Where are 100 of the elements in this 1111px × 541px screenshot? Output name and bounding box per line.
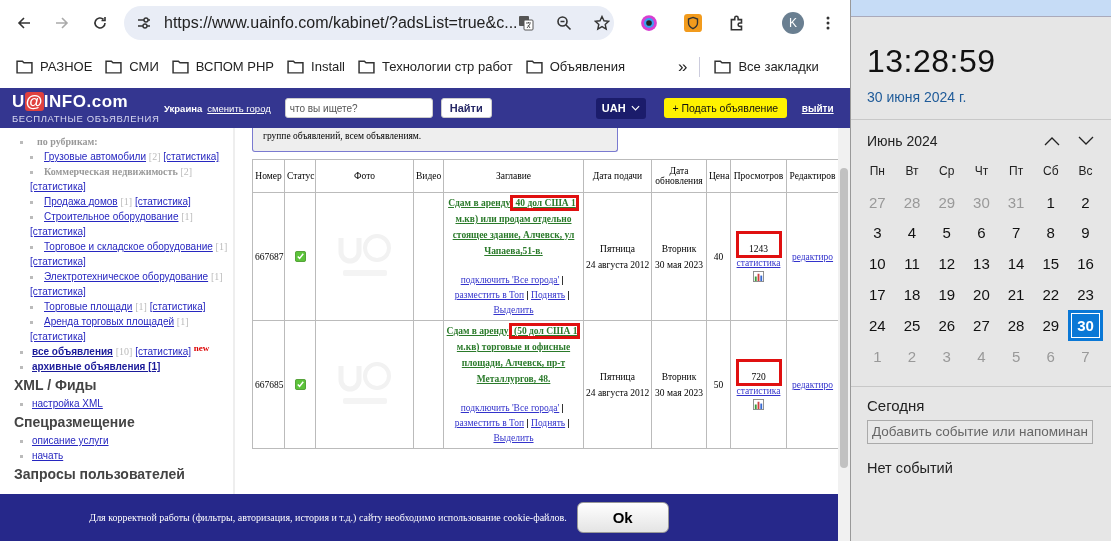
- bookmark-folder[interactable]: СМИ: [105, 59, 159, 74]
- category-link[interactable]: Торговое и складское оборудование: [44, 241, 213, 252]
- currency-dropdown[interactable]: UAH: [595, 97, 646, 119]
- ad-action-link[interactable]: подключить 'Все города': [460, 275, 560, 285]
- ok-button[interactable]: Ok: [576, 502, 669, 533]
- menu-icon[interactable]: [826, 14, 830, 31]
- region-label: Украина: [164, 102, 203, 114]
- statistics-link[interactable]: [статистика]: [30, 226, 86, 237]
- calendar-day[interactable]: 8: [1033, 217, 1069, 249]
- statistics-link[interactable]: [статистика]: [135, 346, 191, 357]
- shield-extension-icon[interactable]: [684, 13, 702, 32]
- ad-action-link[interactable]: разместить в Топ: [454, 418, 524, 428]
- ad-action-link[interactable]: Выделить: [493, 305, 534, 315]
- calendar-day[interactable]: 18: [894, 279, 930, 310]
- change-city-link[interactable]: сменить город: [207, 102, 271, 114]
- statistics-link[interactable]: [статистика]: [30, 331, 86, 342]
- calendar-day[interactable]: 21: [998, 279, 1034, 310]
- translate-icon[interactable]: [517, 14, 534, 31]
- category-link[interactable]: Продажа домов: [44, 196, 118, 207]
- calendar-day[interactable]: 28: [998, 310, 1034, 341]
- calendar-day[interactable]: 9: [1068, 217, 1103, 249]
- calendar-day[interactable]: 15: [1033, 248, 1069, 280]
- calendar-day[interactable]: 16: [1068, 248, 1103, 280]
- bookmark-folder[interactable]: Технологии стр работ: [358, 59, 513, 74]
- calendar-day[interactable]: 25: [894, 310, 930, 341]
- calendar-day[interactable]: 24: [860, 310, 895, 341]
- calendar-day[interactable]: 6: [964, 217, 999, 249]
- ad-action-link[interactable]: разместить в Топ: [454, 290, 524, 300]
- clock-date[interactable]: 30 июня 2024 г.: [867, 89, 1094, 105]
- category-link[interactable]: Аренда торговых площадей: [44, 316, 175, 327]
- section-link[interactable]: описание услуги: [32, 435, 109, 446]
- category-link[interactable]: Электротехническое оборудование: [44, 271, 209, 282]
- calendar-day[interactable]: 20: [964, 279, 999, 310]
- calendar-day[interactable]: 2: [1068, 186, 1103, 218]
- calendar-day[interactable]: 14: [998, 248, 1034, 280]
- logout-link[interactable]: выйти: [801, 102, 834, 114]
- calendar-day[interactable]: 7: [998, 217, 1034, 249]
- calendar-day[interactable]: 17: [860, 279, 895, 310]
- calendar-day[interactable]: 29: [1033, 310, 1069, 341]
- site-logo[interactable]: U@INFO.com: [12, 92, 129, 111]
- profile-avatar[interactable]: K: [782, 11, 804, 34]
- edit-link[interactable]: редактиро: [791, 251, 834, 262]
- statistics-link[interactable]: [статистика]: [149, 301, 206, 312]
- calendar-day[interactable]: 27: [964, 310, 999, 341]
- calendar-day[interactable]: 11: [894, 248, 930, 280]
- chevron-up-icon[interactable]: [1044, 136, 1060, 146]
- address-bar[interactable]: https://www.uainfo.com/kabinet/?adsList=true&c...: [124, 5, 614, 40]
- calendar-day[interactable]: 3: [860, 217, 895, 249]
- section-link[interactable]: настройка XML: [32, 398, 103, 409]
- calendar-day[interactable]: 1: [1033, 186, 1069, 218]
- statistics-link[interactable]: [статистика]: [30, 256, 86, 267]
- calendar-day[interactable]: 26: [929, 310, 965, 341]
- section-link[interactable]: начать: [32, 450, 64, 461]
- bookmark-folder[interactable]: РАЗНОЕ: [16, 59, 93, 74]
- site-settings-icon[interactable]: [136, 14, 152, 31]
- calendar-day[interactable]: 13: [964, 248, 999, 280]
- post-ad-button[interactable]: + Подать объявление: [663, 98, 787, 118]
- bookmark-folder[interactable]: ВСПОМ PHP: [171, 59, 275, 74]
- bar-chart-icon[interactable]: [753, 271, 764, 282]
- calendar-day[interactable]: 23: [1068, 279, 1103, 310]
- calendar-day[interactable]: 30: [1068, 310, 1103, 341]
- calendar-day[interactable]: 5: [929, 217, 965, 249]
- search-field[interactable]: что вы ищете?: [284, 98, 433, 118]
- scrollbar[interactable]: [838, 128, 850, 541]
- statistics-link[interactable]: статистика: [736, 386, 781, 396]
- ads-link[interactable]: архивные объявления [1]: [32, 361, 161, 372]
- back-icon[interactable]: [16, 14, 32, 31]
- ad-title-link[interactable]: Сдам в аренду 40 дол США 1 м.кв) или продам отдельно стоящее здание, Алчевск, ул Чапаева,51-в.: [446, 195, 581, 259]
- bar-chart-icon[interactable]: [753, 399, 764, 410]
- calendar-day[interactable]: 12: [929, 248, 965, 280]
- statistics-link[interactable]: статистика: [736, 258, 781, 268]
- event-input-field[interactable]: Добавить событие или напоминан: [867, 419, 1093, 444]
- calendar-day[interactable]: 22: [1033, 279, 1069, 310]
- statistics-link[interactable]: [статистика]: [30, 286, 86, 297]
- bookmark-folder[interactable]: Объявления: [525, 59, 625, 74]
- search-button[interactable]: Найти: [440, 98, 492, 118]
- zoom-out-icon[interactable]: [555, 14, 572, 31]
- statistics-link[interactable]: [статистика]: [163, 151, 220, 162]
- ad-action-link[interactable]: Выделить: [493, 433, 534, 443]
- chevron-down-icon[interactable]: [1078, 136, 1094, 146]
- star-icon[interactable]: [593, 14, 610, 31]
- ad-action-link[interactable]: Поднять: [531, 290, 566, 300]
- more-bookmarks-button[interactable]: »: [677, 56, 701, 77]
- edit-link[interactable]: редактиро: [791, 379, 834, 390]
- calendar-day[interactable]: 4: [894, 217, 930, 249]
- calendar-day[interactable]: 19: [929, 279, 965, 310]
- ad-action-link[interactable]: Поднять: [531, 418, 566, 428]
- calendar-day[interactable]: 10: [860, 248, 895, 280]
- ad-title-link[interactable]: Сдам в аренду (50 дол США 1 м.кв) торговые и офисные площади, Алчевск, пр-т Металлургов, 48.: [446, 323, 581, 387]
- statistics-link[interactable]: [статистика]: [134, 196, 191, 207]
- category-link[interactable]: Торговые площади: [44, 301, 133, 312]
- month-title[interactable]: Июнь 2024: [867, 133, 938, 149]
- ads-link[interactable]: все объявления: [32, 346, 113, 357]
- ring-extension-icon[interactable]: [640, 13, 658, 32]
- ad-action-link[interactable]: подключить 'Все города': [460, 403, 560, 413]
- reload-icon[interactable]: [92, 14, 108, 31]
- category-link[interactable]: Строительное оборудование: [44, 211, 179, 222]
- bookmark-folder[interactable]: Install: [287, 59, 345, 74]
- category-link[interactable]: Грузовые автомобили: [44, 151, 147, 162]
- bookmark-folder[interactable]: Все закладки: [714, 59, 819, 74]
